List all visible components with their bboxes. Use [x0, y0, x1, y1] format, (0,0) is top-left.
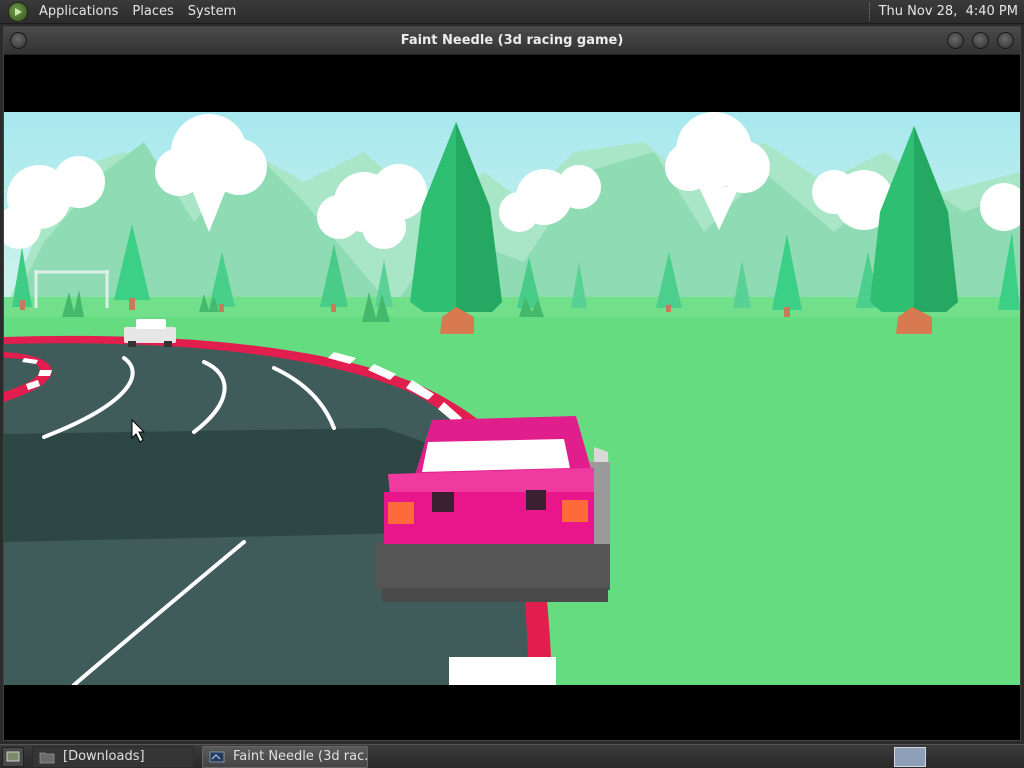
top-panel: Applications Places System Thu Nov 28, 4… — [0, 0, 1024, 24]
folder-icon — [39, 752, 55, 763]
bottom-panel: [Downloads] Faint Needle (3d rac... — [0, 744, 1024, 768]
show-desktop-button[interactable] — [2, 746, 24, 767]
game-app-icon — [209, 751, 225, 762]
window-title: Faint Needle (3d racing game) — [400, 33, 624, 48]
close-button[interactable] — [997, 32, 1014, 49]
game-scene[interactable] — [4, 112, 1020, 685]
minimize-button[interactable] — [947, 32, 964, 49]
distro-logo-icon[interactable] — [8, 1, 28, 22]
window-titlebar[interactable]: Faint Needle (3d racing game) — [4, 27, 1020, 55]
system-menu[interactable]: System — [181, 0, 243, 24]
taskbar-item-label: Faint Needle (3d rac... — [233, 749, 368, 764]
maximize-button[interactable] — [972, 32, 989, 49]
game-viewport[interactable] — [4, 56, 1020, 740]
clock[interactable]: Thu Nov 28, 4:40 PM — [879, 4, 1024, 19]
taskbar-item-downloads[interactable]: [Downloads] — [32, 745, 194, 768]
places-menu[interactable]: Places — [125, 0, 180, 24]
game-window: Faint Needle (3d racing game) — [3, 26, 1021, 741]
window-menu-button[interactable] — [10, 32, 27, 49]
panel-separator — [868, 2, 871, 21]
taskbar-item-label: [Downloads] — [63, 749, 145, 764]
applications-menu[interactable]: Applications — [32, 0, 125, 24]
workspace-switcher[interactable] — [894, 746, 926, 767]
taskbar-item-faint-needle[interactable]: Faint Needle (3d rac... — [202, 745, 368, 768]
